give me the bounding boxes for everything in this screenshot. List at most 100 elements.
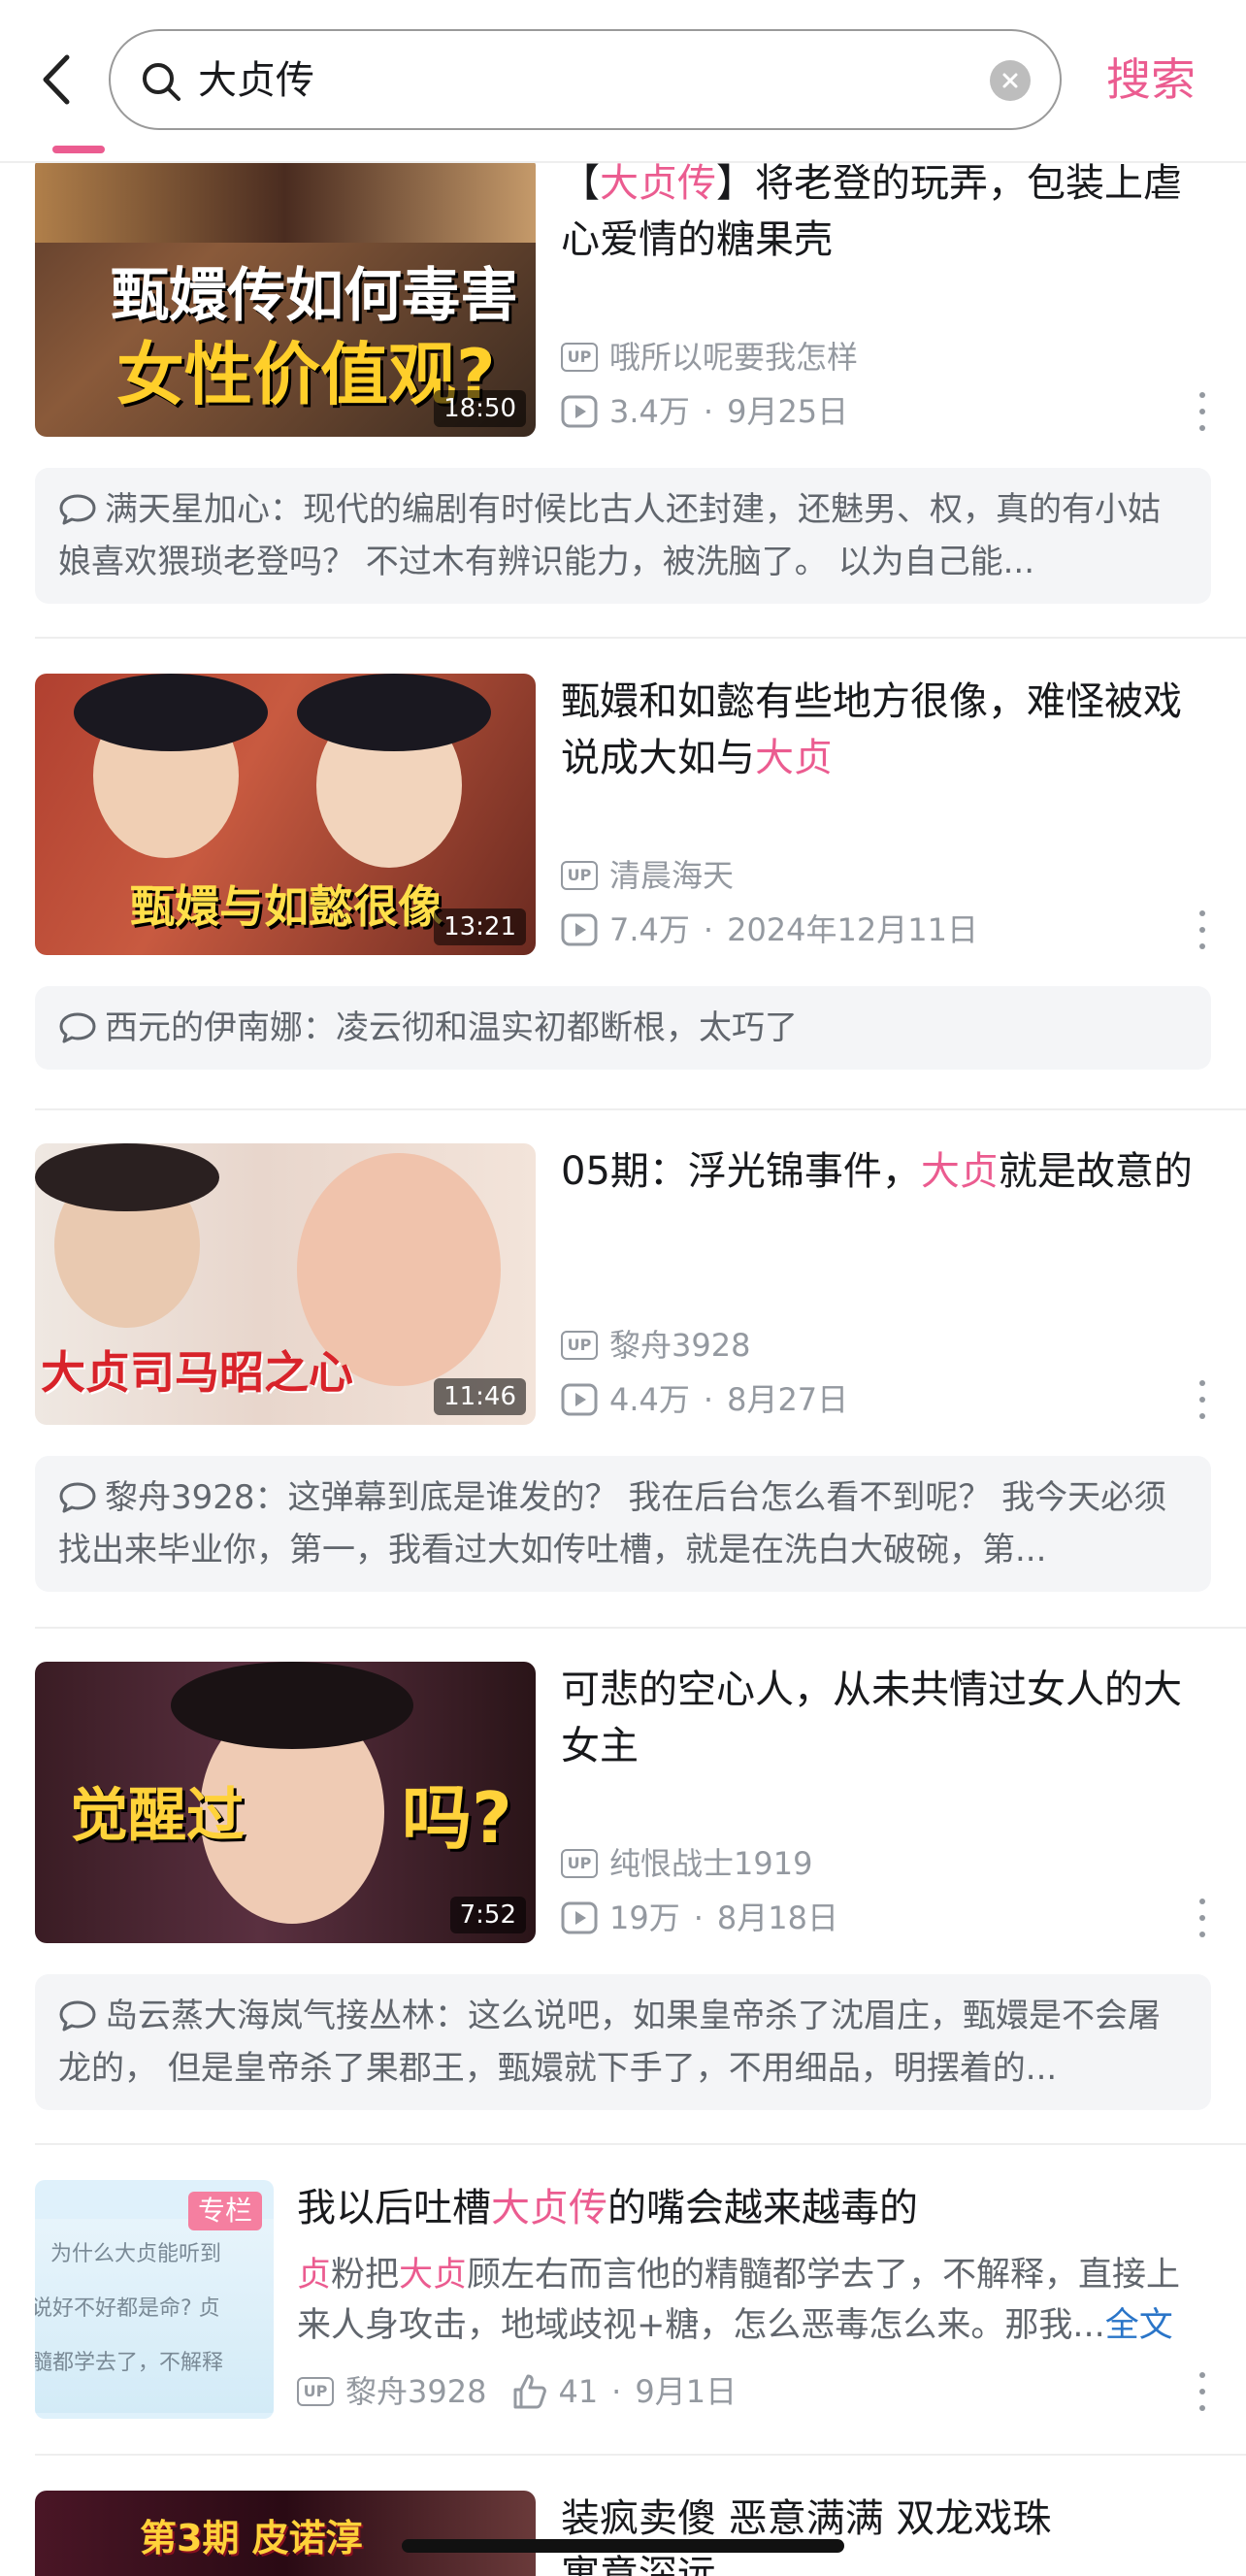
- play-count-icon: [561, 1901, 598, 1934]
- title-text: 的嘴会越来越毒的: [607, 2186, 918, 2230]
- video-title[interactable]: 可悲的空心人，从未共情过女人的大女主: [561, 1662, 1211, 1774]
- uploader-row[interactable]: UP 清晨海天: [561, 854, 734, 897]
- up-badge-icon: UP: [297, 2377, 334, 2406]
- search-header: 大贞传 搜索: [0, 0, 1246, 163]
- video-title[interactable]: 甄嬛和如懿有些地方很像，难怪被戏说成大如与大贞: [561, 674, 1211, 786]
- up-badge-icon: UP: [561, 861, 598, 890]
- top-comment[interactable]: 西元的伊南娜：凌云彻和温实初都断根，太巧了: [35, 986, 1211, 1070]
- video-duration: 18:50: [434, 390, 526, 427]
- title-text: 我以后吐槽: [297, 2186, 491, 2230]
- thumbnail-caption: 大贞司马昭之心: [41, 1346, 353, 1399]
- search-button[interactable]: 搜索: [1106, 49, 1196, 111]
- title-text: 寓意深远: [561, 2553, 716, 2576]
- more-icon[interactable]: [1197, 1380, 1207, 1419]
- like-icon[interactable]: [509, 2372, 548, 2411]
- more-icon[interactable]: [1197, 2372, 1207, 2411]
- comment-text: 黎舟3928：这弹幕到底是谁发的？ 我在后台怎么看不到呢？ 我今天必须找出来毕业…: [58, 1478, 1167, 1569]
- title-highlight: 大贞传: [600, 161, 716, 206]
- upload-date: 9月25日: [727, 393, 849, 430]
- thumbnail-text: 髓都学去了，不解释: [35, 2351, 224, 2375]
- video-duration: 13:21: [434, 908, 526, 945]
- thumbnail-caption: 甄嬛与如懿很像: [130, 880, 443, 933]
- title-highlight: 大贞传: [491, 2186, 607, 2230]
- video-thumbnail[interactable]: 第3期 皮诺淳: [35, 2491, 536, 2576]
- tab-indicator: [52, 146, 105, 153]
- summary-highlight: 大贞: [399, 2256, 468, 2295]
- search-icon: [143, 63, 180, 101]
- divider: [35, 2143, 1246, 2145]
- video-duration: 11:46: [434, 1378, 526, 1415]
- comment-text: 满天星加心：现代的编剧有时候比古人还封建，还魅男、权，真的有小姑娘喜欢猥琐老登吗…: [58, 490, 1161, 581]
- article-summary[interactable]: 贞粉把大贞顾左右而言他的精髓都学去了，不解释，直接上来人身攻击，地域歧视+糖，怎…: [297, 2250, 1209, 2351]
- stats-row: 19万 · 8月18日: [561, 1897, 838, 1939]
- view-count: 7.4万: [609, 911, 690, 948]
- video-thumbnail[interactable]: 大贞司马昭之心 11:46: [35, 1143, 536, 1425]
- title-highlight: 大贞: [920, 1149, 999, 1194]
- uploader-name: 哦所以呢要我怎样: [609, 339, 859, 376]
- play-count-icon: [561, 1383, 598, 1416]
- video-title[interactable]: 【大贞传】将老登的玩弄，包装上虐心爱情的糖果壳: [561, 155, 1211, 268]
- upload-date: 8月27日: [727, 1381, 849, 1418]
- divider: [35, 2454, 1246, 2456]
- title-text: 甄嬛和如懿有些地方很像，难怪被戏说成大如与: [561, 679, 1182, 780]
- thumbnail-text: 说好不好都是命? 贞: [35, 2296, 220, 2321]
- up-badge-icon: UP: [561, 1331, 598, 1360]
- separator-dot: ·: [703, 1381, 714, 1418]
- comment-bubble-icon: [59, 2000, 96, 2031]
- separator-dot: ·: [611, 2373, 622, 2410]
- video-thumbnail[interactable]: 甄嬛传如何毒害 女性价值观? 18:50: [35, 155, 536, 437]
- title-text: 05期：浮光锦事件，: [561, 1149, 921, 1194]
- article-title[interactable]: 我以后吐槽大贞传的嘴会越来越毒的: [297, 2180, 1209, 2236]
- title-text: 可悲的空心人，从未共情过女人的大女主: [561, 1668, 1182, 1768]
- divider: [35, 637, 1246, 639]
- full-text-link[interactable]: 全文: [1105, 2306, 1173, 2345]
- up-badge-icon: UP: [561, 1849, 598, 1878]
- more-icon[interactable]: [1197, 392, 1207, 431]
- thumbnail-caption: 觉醒过: [70, 1782, 245, 1850]
- thumbnail-caption: 第3期 皮诺淳: [140, 2517, 363, 2559]
- top-comment[interactable]: 黎舟3928：这弹幕到底是谁发的？ 我在后台怎么看不到呢？ 我今天必须找出来毕业…: [35, 1456, 1211, 1592]
- summary-highlight: 贞: [297, 2256, 332, 2295]
- separator-dot: ·: [703, 393, 714, 430]
- divider: [35, 1108, 1246, 1110]
- top-comment[interactable]: 满天星加心：现代的编剧有时候比古人还封建，还魅男、权，真的有小姑娘喜欢猥琐老登吗…: [35, 468, 1211, 604]
- back-arrow-icon[interactable]: [29, 41, 83, 118]
- home-indicator[interactable]: [402, 2539, 844, 2553]
- separator-dot: ·: [703, 911, 714, 948]
- comment-bubble-icon: [59, 1482, 96, 1513]
- article-thumbnail[interactable]: 为什么大贞能听到 说好不好都是命? 贞 髓都学去了，不解释 专栏: [35, 2180, 274, 2419]
- view-count: 3.4万: [609, 393, 690, 430]
- comment-text: 西元的伊南娜：凌云彻和温实初都断根，太巧了: [105, 1008, 798, 1047]
- more-icon[interactable]: [1197, 910, 1207, 949]
- article-meta-row: UP 黎舟3928 41 · 9月1日: [297, 2370, 737, 2413]
- upload-date: 2024年12月11日: [727, 911, 978, 948]
- search-input[interactable]: 大贞传: [109, 29, 1062, 130]
- like-count: 41: [558, 2373, 599, 2410]
- summary-text: 粉把: [331, 2256, 400, 2295]
- video-thumbnail[interactable]: 觉醒过 吗? 7:52: [35, 1662, 536, 1943]
- uploader-row[interactable]: UP 哦所以呢要我怎样: [561, 336, 858, 379]
- view-count: 19万: [609, 1899, 680, 1936]
- stats-row: 7.4万 · 2024年12月11日: [561, 908, 978, 951]
- top-comment[interactable]: 岛云蒸大海岚气接丛林：这么说吧，如果皇帝杀了沈眉庄，甄嬛是不会屠龙的， 但是皇帝…: [35, 1974, 1211, 2110]
- more-icon[interactable]: [1197, 1899, 1207, 1937]
- stats-row: 3.4万 · 9月25日: [561, 390, 848, 433]
- thumbnail-text: 为什么大贞能听到: [50, 2242, 222, 2266]
- view-count: 4.4万: [609, 1381, 690, 1418]
- title-highlight: 大贞: [755, 736, 833, 780]
- uploader-row[interactable]: UP 黎舟3928: [561, 1324, 750, 1367]
- up-badge-icon: UP: [561, 343, 598, 372]
- uploader-row[interactable]: UP 纯恨战士1919: [561, 1842, 812, 1885]
- video-title[interactable]: 05期：浮光锦事件，大贞就是故意的: [561, 1143, 1211, 1200]
- article-date: 9月1日: [635, 2373, 738, 2410]
- uploader-name: 黎舟3928: [609, 1327, 751, 1364]
- comment-bubble-icon: [59, 494, 96, 525]
- separator-dot: ·: [693, 1899, 704, 1936]
- clear-icon[interactable]: [990, 60, 1031, 101]
- upload-date: 8月18日: [716, 1899, 838, 1936]
- video-thumbnail[interactable]: 甄嬛与如懿很像 13:21: [35, 674, 536, 955]
- author-name[interactable]: 黎舟3928: [345, 2370, 486, 2413]
- comment-text: 岛云蒸大海岚气接丛林：这么说吧，如果皇帝杀了沈眉庄，甄嬛是不会屠龙的， 但是皇帝…: [58, 1997, 1161, 2088]
- play-count-icon: [561, 913, 598, 946]
- uploader-name: 清晨海天: [609, 857, 735, 894]
